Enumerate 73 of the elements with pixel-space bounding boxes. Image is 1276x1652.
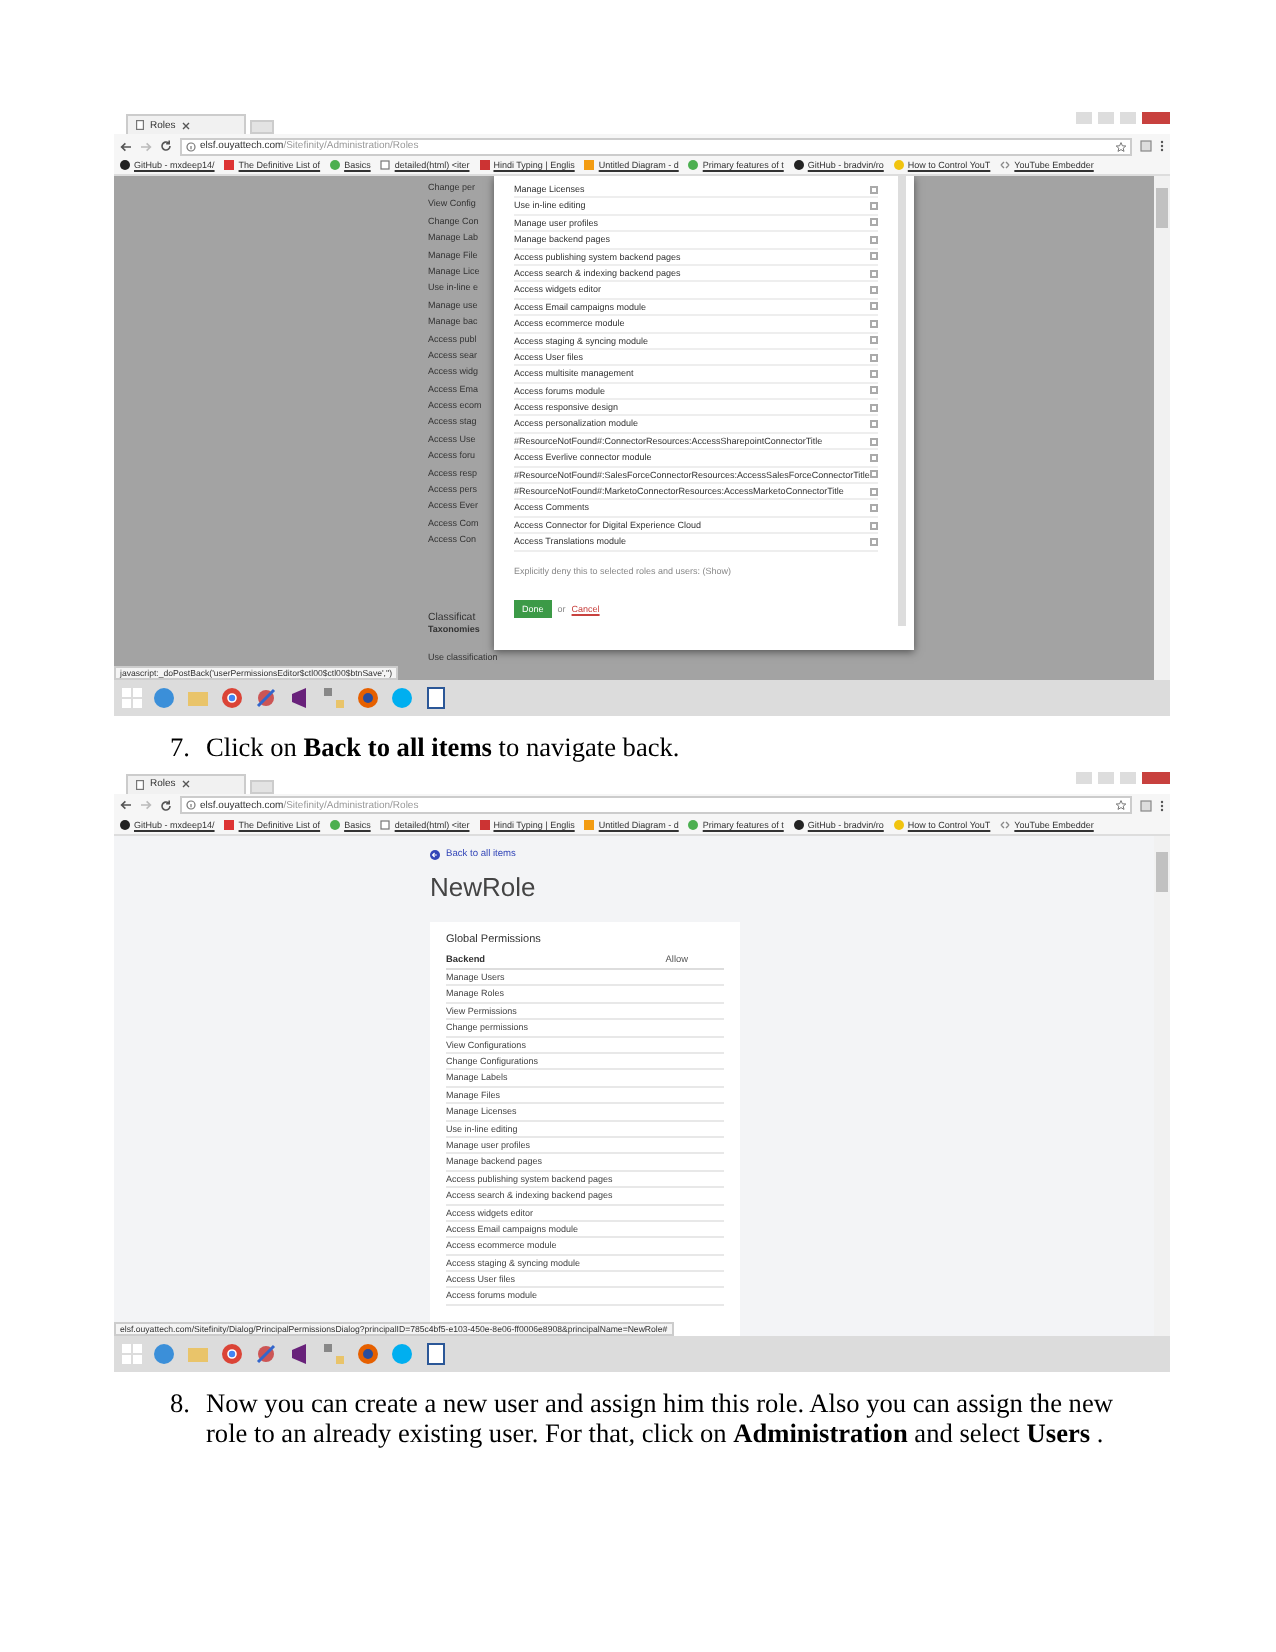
scrollbar-thumb[interactable] [1156, 188, 1168, 228]
step-number: 8. [170, 1387, 192, 1422]
windows-logo-icon[interactable] [122, 688, 142, 708]
folder-icon[interactable] [186, 686, 210, 710]
square-logo-icon [479, 820, 490, 831]
square-logo-icon [584, 820, 595, 831]
circle-logo-icon [330, 160, 341, 171]
checkbox[interactable] [870, 369, 878, 378]
checkbox[interactable] [870, 252, 878, 261]
circle-logo-icon [120, 820, 130, 831]
close-icon[interactable] [181, 780, 190, 789]
reload-icon[interactable] [160, 140, 172, 152]
code-icon [1000, 820, 1011, 831]
page-icon [136, 779, 144, 790]
scrollbar[interactable] [1154, 835, 1170, 1336]
new-tab-button[interactable] [250, 120, 274, 134]
star-icon[interactable] [1116, 800, 1126, 811]
checkbox[interactable] [870, 537, 878, 546]
square-logo-icon [479, 160, 490, 171]
scrollbar[interactable] [898, 176, 906, 626]
new-tab-button[interactable] [250, 779, 274, 794]
checkbox[interactable] [870, 386, 878, 395]
info-icon [186, 141, 196, 151]
checkbox[interactable] [870, 504, 878, 513]
checkbox[interactable] [870, 235, 878, 244]
star-icon[interactable] [1116, 141, 1126, 151]
close-icon[interactable] [181, 121, 190, 129]
document-icon[interactable] [424, 1341, 448, 1366]
document-icon[interactable] [424, 686, 448, 710]
code-icon [1000, 160, 1011, 171]
page-icon [136, 120, 144, 130]
forward-arrow-icon[interactable] [140, 141, 152, 151]
scrollbar[interactable] [1154, 176, 1170, 680]
circle-logo-icon [120, 160, 130, 171]
arrow-circle-icon [430, 850, 440, 861]
checkbox[interactable] [870, 302, 878, 311]
back-arrow-icon[interactable] [120, 141, 132, 151]
windows-logo-icon[interactable] [122, 1343, 142, 1364]
scrollbar-thumb[interactable] [1156, 851, 1168, 892]
circle-logo-icon [793, 160, 804, 171]
page-title: NewRole [430, 874, 538, 901]
checkbox[interactable] [870, 470, 878, 479]
reload-icon[interactable] [160, 799, 172, 812]
circle-logo-icon [688, 820, 699, 831]
circle-logo-icon [893, 820, 904, 831]
checkbox[interactable] [870, 269, 878, 278]
square-logo-icon [224, 160, 235, 171]
back-arrow-icon[interactable] [120, 800, 132, 811]
square-logo-icon [584, 160, 595, 171]
checkbox[interactable] [870, 319, 878, 328]
checkbox[interactable] [870, 521, 878, 529]
checkbox[interactable] [870, 453, 878, 462]
square-logo-icon [224, 820, 235, 831]
circle-logo-icon [893, 160, 904, 171]
checkbox[interactable] [870, 185, 878, 194]
circle-logo-icon [688, 160, 699, 171]
step-text: Now you can create a new user and assign him this role. Also you can assign the new role to an already existing user. For that, click on Administration and select Users . [206, 1387, 1115, 1451]
checkbox[interactable] [870, 403, 878, 412]
checkbox[interactable] [870, 286, 878, 295]
circle-logo-icon [330, 820, 341, 831]
step-number: 7. [170, 732, 192, 764]
checkbox[interactable] [870, 487, 878, 496]
checkbox[interactable] [870, 218, 878, 227]
checkbox[interactable] [870, 353, 878, 362]
info-icon [186, 800, 196, 811]
checkbox[interactable] [870, 336, 878, 345]
checkbox[interactable] [870, 420, 878, 429]
circle-logo-icon [793, 820, 804, 831]
close-button[interactable] [1142, 771, 1170, 784]
checkbox[interactable] [870, 437, 878, 446]
forward-arrow-icon[interactable] [140, 800, 152, 811]
step-text: Click on Back to all items to navigate back. [206, 732, 680, 764]
checkbox[interactable] [870, 202, 878, 211]
